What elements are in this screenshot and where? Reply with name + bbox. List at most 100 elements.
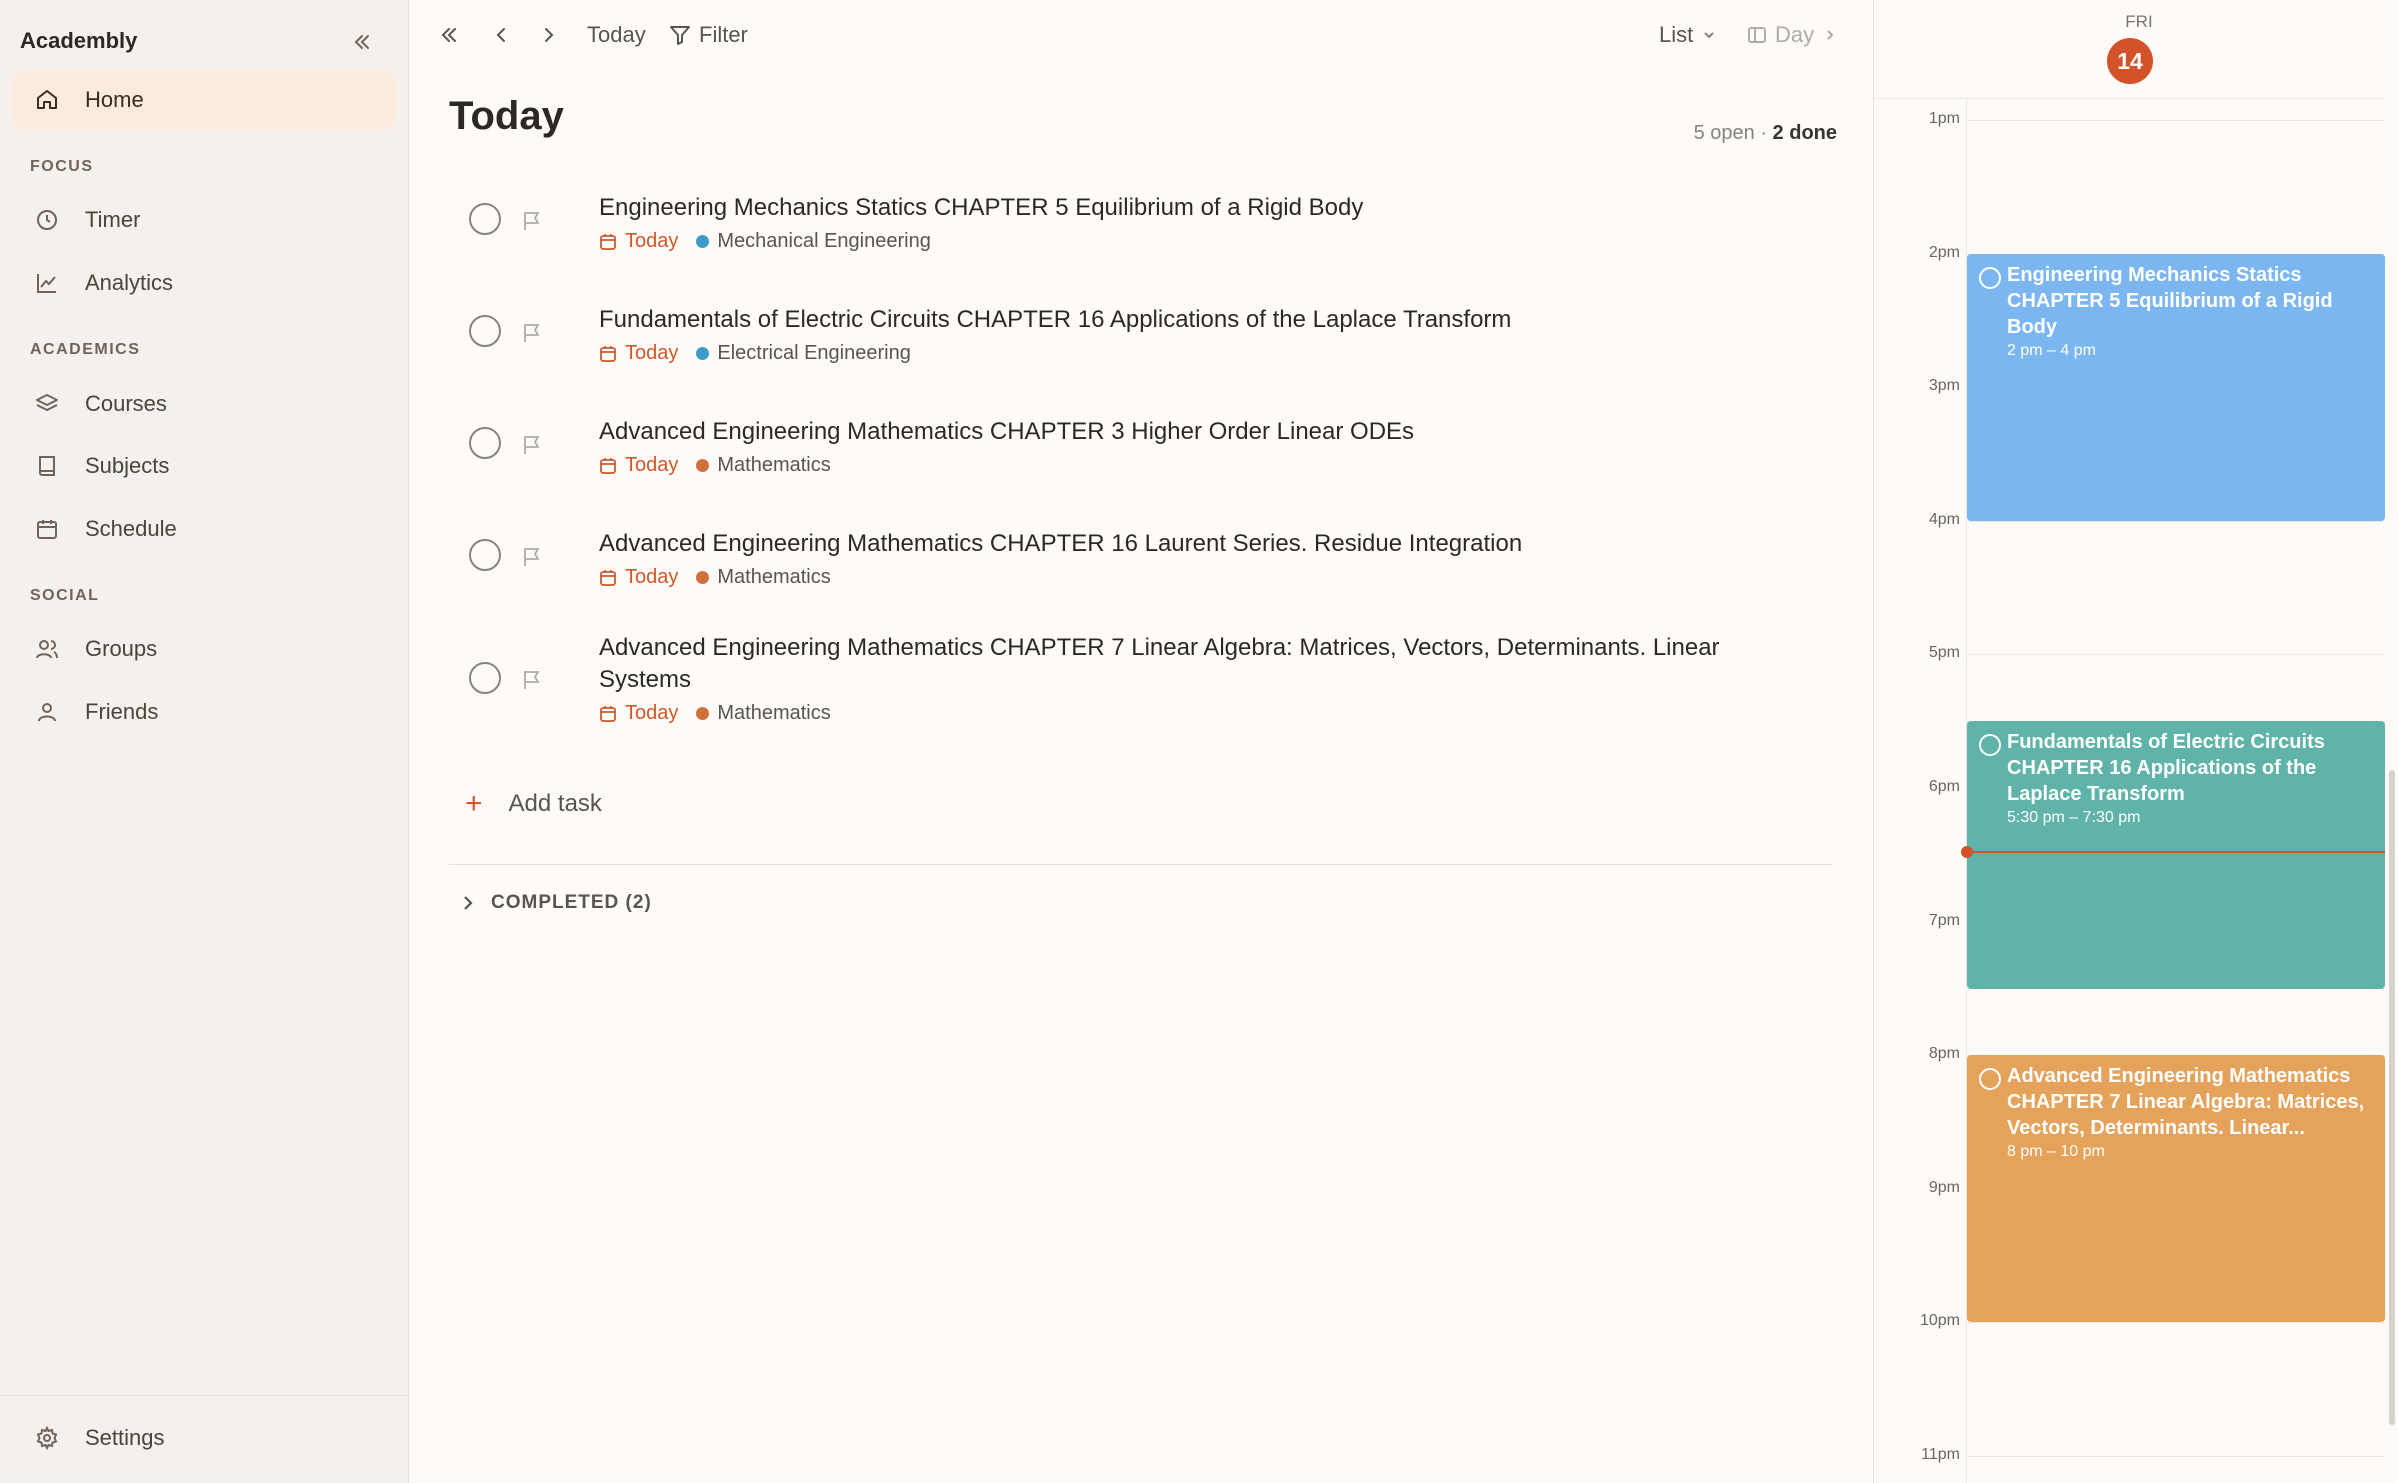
due-date[interactable]: Today [599,230,678,253]
day-calendar: FRI 14 1pm 2pm 3pm 4pm 5pm 6pm 7pm 8pm 9… [1873,0,2398,1483]
sidebar-item-friends[interactable]: Friends [13,683,395,741]
calendar-event[interactable]: Fundamentals of Electric Circuits CHAPTE… [1967,721,2385,989]
task-checkbox[interactable] [469,539,501,571]
event-checkbox[interactable] [1979,267,2001,289]
book-icon [33,452,61,480]
sidebar-item-label: Home [85,87,144,112]
task-item[interactable]: Advanced Engineering Mathematics CHAPTER… [449,414,1829,494]
completed-toggle[interactable]: COMPLETED (2) [459,892,652,914]
previous-day-button[interactable] [491,20,511,50]
subject-label[interactable]: Mathematics [717,702,830,725]
calendar-icon [33,515,61,543]
task-item[interactable]: Advanced Engineering Mathematics CHAPTER… [449,526,1829,606]
task-meta: Today Electrical Engineering [599,342,911,365]
sidebar-item-home[interactable]: Home [13,71,395,129]
double-chevron-left-icon [354,35,369,49]
plus-icon: + [465,787,483,820]
event-title: Fundamentals of Electric Circuits CHAPTE… [2007,731,2325,805]
sidebar-item-label: Friends [85,699,159,724]
jump-back-button[interactable] [439,20,459,50]
today-button[interactable]: Today [587,20,646,50]
chevron-right-icon [464,896,473,910]
subject-label[interactable]: Mathematics [717,454,830,477]
task-checkbox[interactable] [469,203,501,235]
sidebar-item-label: Groups [85,636,158,661]
hour-label: 7pm [1928,912,1960,929]
sidebar-item-groups[interactable]: Groups [13,620,395,678]
task-item[interactable]: Fundamentals of Electric Circuits CHAPTE… [449,302,1829,382]
subject-color-dot [696,235,710,248]
add-task-button[interactable]: + Add task [465,787,602,820]
sidebar-item-courses[interactable]: Courses [13,375,395,433]
subject-label[interactable]: Electrical Engineering [717,342,910,365]
done-count: 2 done [1772,122,1837,144]
task-meta: Today Mathematics [599,702,831,725]
calendar-header-divider [1874,98,2384,99]
sidebar-item-settings[interactable]: Settings [13,1409,395,1467]
calendar-icon [600,457,616,474]
due-date[interactable]: Today [599,566,678,589]
due-date[interactable]: Today [599,342,678,365]
chevron-left-icon [496,28,505,42]
task-item[interactable]: Engineering Mechanics Statics CHAPTER 5 … [449,190,1829,270]
collapse-sidebar-button[interactable] [348,28,376,56]
subject-color-dot [696,571,710,584]
event-checkbox[interactable] [1979,1068,2001,1090]
sidebar-item-schedule[interactable]: Schedule [13,500,395,558]
task-checkbox[interactable] [469,662,501,694]
user-icon [33,698,61,726]
calendar-scrollbar[interactable] [2389,770,2395,1425]
task-meta: Today Mathematics [599,454,831,477]
sidebar-item-timer[interactable]: Timer [13,191,395,249]
task-item[interactable]: Advanced Engineering Mathematics CHAPTER… [449,632,1829,742]
completed-label: COMPLETED (2) [491,892,652,913]
due-date[interactable]: Today [599,702,678,725]
section-academics: ACADEMICS [30,341,141,358]
hour-label: 1pm [1928,110,1960,127]
current-time-dot [1961,846,1973,858]
flag-icon[interactable] [521,210,543,232]
hour-gridline [1966,120,2384,121]
task-checkbox[interactable] [469,315,501,347]
sidebar-item-analytics[interactable]: Analytics [13,254,395,312]
calendar-icon [600,233,616,250]
flag-icon[interactable] [521,434,543,456]
sidebar-item-label: Settings [85,1425,165,1450]
calendar-event[interactable]: Engineering Mechanics Statics CHAPTER 5 … [1967,254,2385,521]
task-title[interactable]: Advanced Engineering Mathematics CHAPTER… [599,632,1749,696]
subject-label[interactable]: Mechanical Engineering [717,230,930,253]
due-date[interactable]: Today [599,454,678,477]
day-view-toggle[interactable]: Day [1747,20,1838,50]
hour-label: 2pm [1928,244,1960,261]
double-chevron-left-icon [441,28,456,42]
calendar-event[interactable]: Advanced Engineering Mathematics CHAPTER… [1967,1055,2385,1322]
calendar-icon [600,569,616,586]
task-checkbox[interactable] [469,427,501,459]
flag-icon[interactable] [521,669,543,691]
current-time-line [1967,851,2385,853]
panel-icon [1748,27,1766,43]
calendar-day-of-week: FRI [2125,12,2153,31]
filter-button[interactable]: Filter [669,20,748,50]
task-title[interactable]: Engineering Mechanics Statics CHAPTER 5 … [599,192,1749,224]
calendar-date-badge[interactable]: 14 [2107,38,2153,84]
event-time: 2 pm – 4 pm [2007,342,2096,359]
event-checkbox[interactable] [1979,734,2001,756]
task-title[interactable]: Advanced Engineering Mathematics CHAPTER… [599,416,1749,448]
task-title[interactable]: Fundamentals of Electric Circuits CHAPTE… [599,304,1749,336]
task-title[interactable]: Advanced Engineering Mathematics CHAPTER… [599,528,1749,560]
next-day-button[interactable] [539,20,559,50]
subject-color-dot [696,707,710,720]
hour-gridline [1966,521,2384,522]
event-time: 5:30 pm – 7:30 pm [2007,809,2141,826]
sidebar-item-subjects[interactable]: Subjects [13,437,395,495]
flag-icon[interactable] [521,546,543,568]
section-focus: FOCUS [30,158,94,175]
chevron-down-icon [1704,32,1714,39]
view-mode-select[interactable]: List [1659,20,1717,50]
hour-gridline [1966,654,2384,655]
hour-label: 5pm [1928,644,1960,661]
sidebar-item-label: Analytics [85,270,174,295]
flag-icon[interactable] [521,322,543,344]
subject-label[interactable]: Mathematics [717,566,830,589]
